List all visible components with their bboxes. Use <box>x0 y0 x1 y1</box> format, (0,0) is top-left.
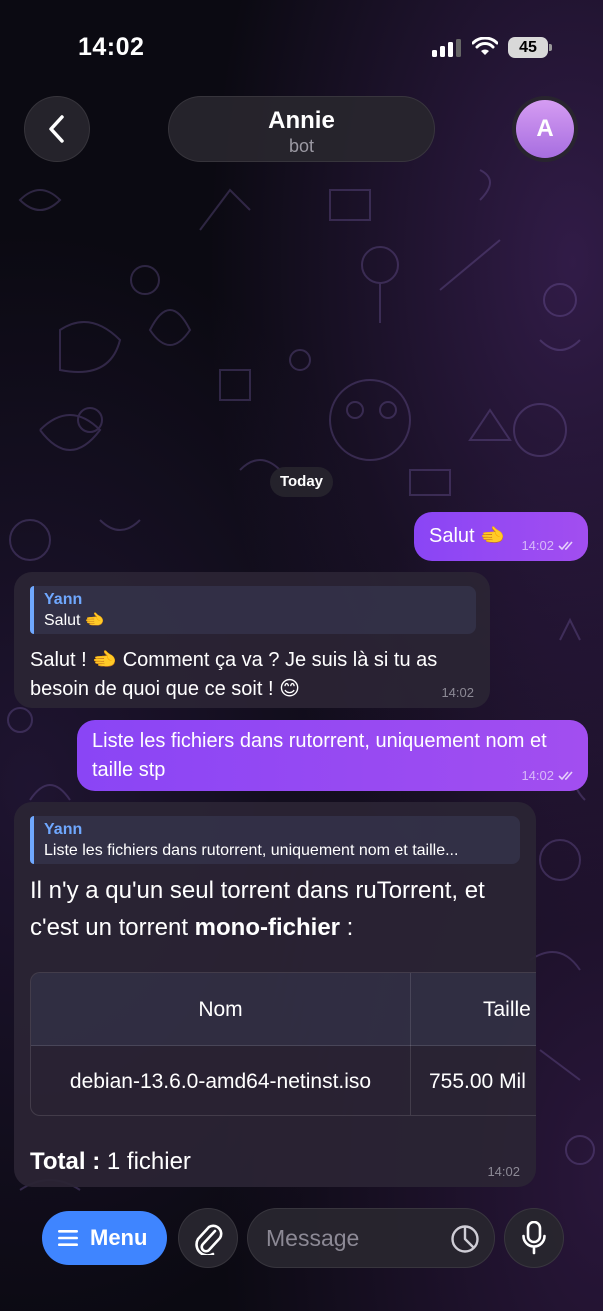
total-value: 1 fichier <box>100 1148 191 1175</box>
outgoing-message[interactable]: Salut 🫲 14:02 <box>414 512 588 561</box>
wifi-icon <box>472 37 498 55</box>
message-text: Liste les fichiers dans rutorrent, uniqu… <box>92 730 547 781</box>
table-cell-size: 755.00 Mil <box>429 1070 526 1093</box>
chat-name: Annie <box>268 107 335 134</box>
message-text-bold: mono-fichier <box>194 914 341 941</box>
reply-author: Yann <box>44 591 83 608</box>
reply-author: Yann <box>44 821 83 838</box>
battery-indicator: 45 <box>508 37 552 58</box>
status-time: 14:02 <box>78 33 145 61</box>
back-button[interactable] <box>24 96 90 162</box>
battery-level: 45 <box>519 39 537 56</box>
menu-icon <box>58 1230 78 1246</box>
back-icon <box>49 115 64 143</box>
total-line: Total : 1 fichier <box>30 1146 191 1178</box>
files-table[interactable]: Nom Taille debian-13.6.0-amd64-netinst.i… <box>30 972 536 1116</box>
sticker-icon[interactable] <box>450 1224 480 1254</box>
incoming-message[interactable]: Yann Salut 🫲 Salut ! 🫲 Comment ça va ? J… <box>14 572 490 708</box>
total-label: Total : <box>30 1148 101 1175</box>
reply-text: Salut 🫲 <box>44 612 105 629</box>
incoming-message[interactable]: Yann Liste les fichiers dans rutorrent, … <box>14 802 536 1187</box>
table-divider <box>410 973 411 1115</box>
mic-icon <box>522 1221 546 1255</box>
message-text: Salut 🫲 <box>429 525 506 547</box>
attach-button[interactable] <box>178 1208 238 1268</box>
voice-record-button[interactable] <box>504 1208 564 1268</box>
read-check-icon <box>558 770 573 780</box>
avatar-button[interactable]: A <box>512 96 578 162</box>
chat-title[interactable]: Annie bot <box>168 96 435 162</box>
message-input[interactable] <box>266 1209 436 1267</box>
reply-quote[interactable]: Yann Salut 🫲 <box>30 586 476 634</box>
message-time: 14:02 <box>521 538 554 553</box>
reply-text: Liste les fichiers dans rutorrent, uniqu… <box>44 842 459 859</box>
attach-icon <box>195 1224 223 1255</box>
avatar-letter: A <box>536 115 554 142</box>
menu-label: Menu <box>90 1225 148 1250</box>
read-check-icon <box>558 540 573 550</box>
message-time: 14:02 <box>441 685 474 700</box>
message-time: 14:02 <box>521 768 554 783</box>
column-header-size: Taille <box>483 998 531 1021</box>
chat-subtitle: bot <box>288 136 315 156</box>
avatar: A <box>516 100 574 158</box>
cellular-signal-icon <box>432 39 461 57</box>
message-input-field[interactable] <box>247 1208 495 1268</box>
message-meta: 14:02 <box>521 538 576 553</box>
date-separator: Today <box>270 467 333 497</box>
message-meta: 14:02 <box>521 768 576 783</box>
table-cell-name: debian-13.6.0-amd64-netinst.iso <box>69 1070 372 1093</box>
message-text: Salut ! 🫲 Comment ça va ? Je suis là si … <box>30 649 438 700</box>
message-text: Il n'y a qu'un seul torrent dans ruTorre… <box>30 872 530 946</box>
column-header-name: Nom <box>198 998 243 1021</box>
reply-quote[interactable]: Yann Liste les fichiers dans rutorrent, … <box>30 816 520 864</box>
message-time: 14:02 <box>487 1164 520 1179</box>
bot-menu-button[interactable]: Menu <box>42 1211 167 1265</box>
outgoing-message[interactable]: Liste les fichiers dans rutorrent, uniqu… <box>77 720 588 791</box>
status-bar: 14:02 45 <box>0 0 603 90</box>
message-text-part: : <box>340 914 354 941</box>
